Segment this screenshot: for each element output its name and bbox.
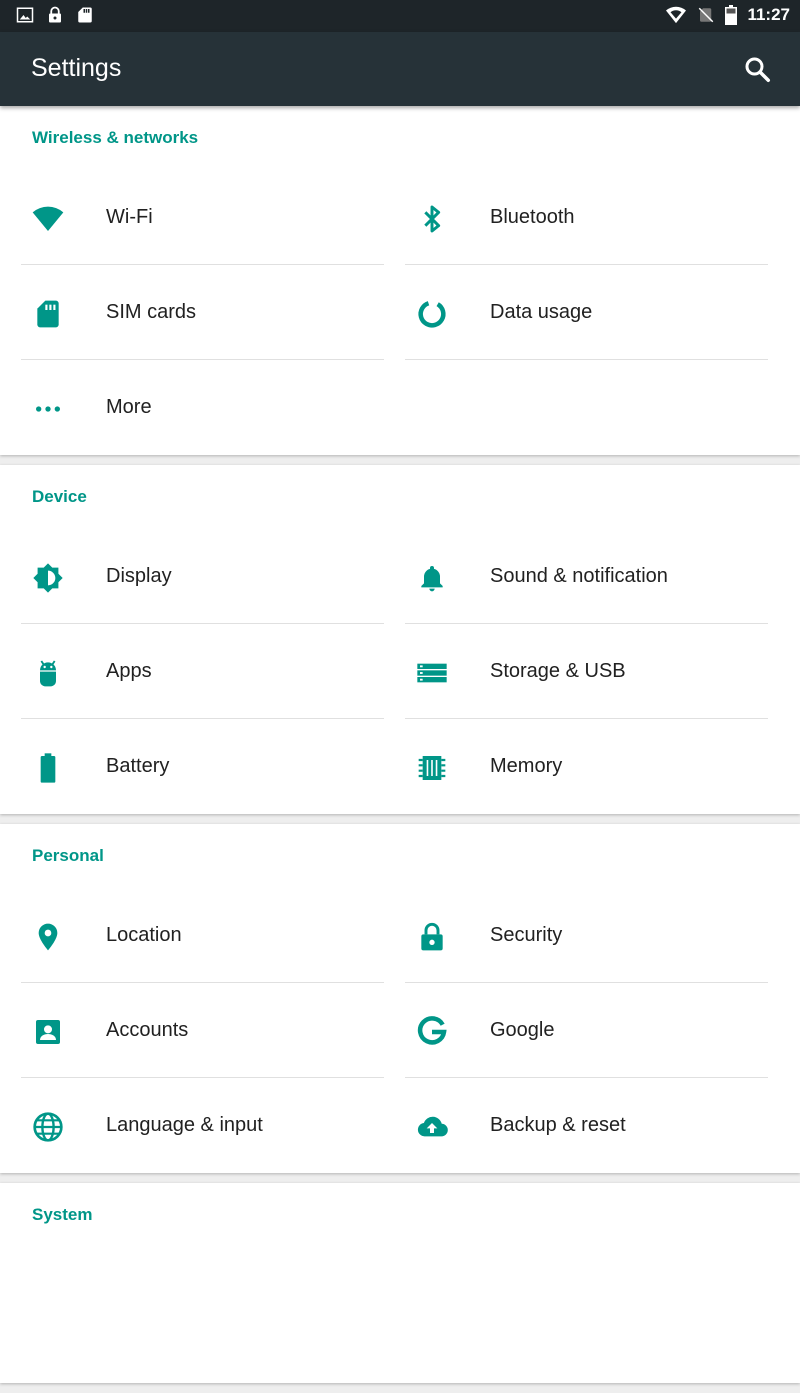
setting-memory[interactable]: Memory	[405, 719, 768, 814]
sd-card-icon	[76, 6, 94, 24]
app-toolbar: Settings	[0, 32, 800, 106]
setting-sim-cards[interactable]: SIM cards	[21, 265, 384, 360]
lock-icon	[46, 6, 64, 24]
setting-backup-reset[interactable]: Backup & reset	[405, 1078, 768, 1173]
setting-location[interactable]: Location	[21, 888, 384, 983]
setting-google[interactable]: Google	[405, 983, 768, 1078]
wifi-icon	[665, 5, 687, 25]
more-icon	[32, 393, 64, 425]
status-time: 11:27	[747, 5, 790, 24]
section-personal: Personal Location Security Accounts Goog…	[0, 824, 800, 1173]
setting-data-usage[interactable]: Data usage	[405, 265, 768, 360]
setting-battery[interactable]: Battery	[21, 719, 384, 814]
bluetooth-icon	[416, 203, 448, 235]
brightness-icon	[32, 562, 64, 594]
status-bar: 11:27	[0, 0, 800, 32]
data-usage-icon	[416, 298, 448, 330]
setting-label: Google	[490, 1019, 555, 1041]
section-header: Device	[32, 487, 87, 506]
storage-icon	[416, 657, 448, 689]
setting-label: Bluetooth	[490, 206, 575, 228]
memory-chip-icon	[416, 752, 448, 784]
globe-icon	[32, 1111, 64, 1143]
android-icon	[32, 657, 64, 689]
search-button[interactable]	[742, 54, 772, 84]
setting-label: Memory	[490, 755, 563, 777]
location-pin-icon	[32, 921, 64, 953]
setting-label: Display	[106, 565, 172, 587]
setting-label: More	[106, 396, 152, 418]
setting-label: Security	[490, 924, 563, 946]
setting-security[interactable]: Security	[405, 888, 768, 983]
battery-status-icon	[725, 5, 738, 25]
section-header: Wireless & networks	[32, 128, 199, 147]
setting-language-input[interactable]: Language & input	[21, 1078, 384, 1173]
image-icon	[16, 6, 34, 24]
setting-accounts[interactable]: Accounts	[21, 983, 384, 1078]
page-title: Settings	[31, 54, 122, 82]
setting-label: Storage & USB	[490, 660, 626, 682]
lock-icon	[416, 921, 448, 953]
account-box-icon	[32, 1016, 64, 1048]
no-sim-icon	[697, 5, 715, 25]
setting-label: Location	[106, 924, 182, 946]
section-device: Device Display Sound & notification Apps	[0, 465, 800, 814]
settings-list: Wireless & networks Wi-Fi Bluetooth SIM …	[0, 106, 800, 1393]
wifi-icon	[32, 203, 64, 235]
setting-label: Apps	[106, 660, 152, 682]
battery-icon	[32, 752, 64, 784]
sim-card-icon	[32, 298, 64, 330]
section-system: System	[0, 1183, 800, 1383]
setting-storage-usb[interactable]: Storage & USB	[405, 624, 768, 719]
setting-more[interactable]: More	[21, 360, 384, 455]
setting-bluetooth[interactable]: Bluetooth	[405, 170, 768, 265]
setting-label: Accounts	[106, 1019, 189, 1041]
setting-label: SIM cards	[106, 301, 197, 323]
setting-label: Sound & notification	[490, 565, 668, 587]
bell-icon	[416, 562, 448, 594]
setting-label: Language & input	[106, 1114, 263, 1136]
setting-label: Backup & reset	[490, 1114, 626, 1136]
cloud-upload-icon	[416, 1111, 448, 1143]
setting-label: Battery	[106, 755, 170, 777]
search-icon	[742, 54, 772, 84]
setting-label: Data usage	[490, 301, 593, 323]
section-wireless-networks: Wireless & networks Wi-Fi Bluetooth SIM …	[0, 106, 800, 455]
section-header: Personal	[32, 846, 104, 865]
setting-apps[interactable]: Apps	[21, 624, 384, 719]
setting-wifi[interactable]: Wi-Fi	[21, 170, 384, 265]
setting-label: Wi-Fi	[106, 206, 153, 228]
setting-sound-notification[interactable]: Sound & notification	[405, 529, 768, 624]
google-icon	[416, 1016, 448, 1048]
setting-display[interactable]: Display	[21, 529, 384, 624]
section-header: System	[32, 1205, 93, 1224]
